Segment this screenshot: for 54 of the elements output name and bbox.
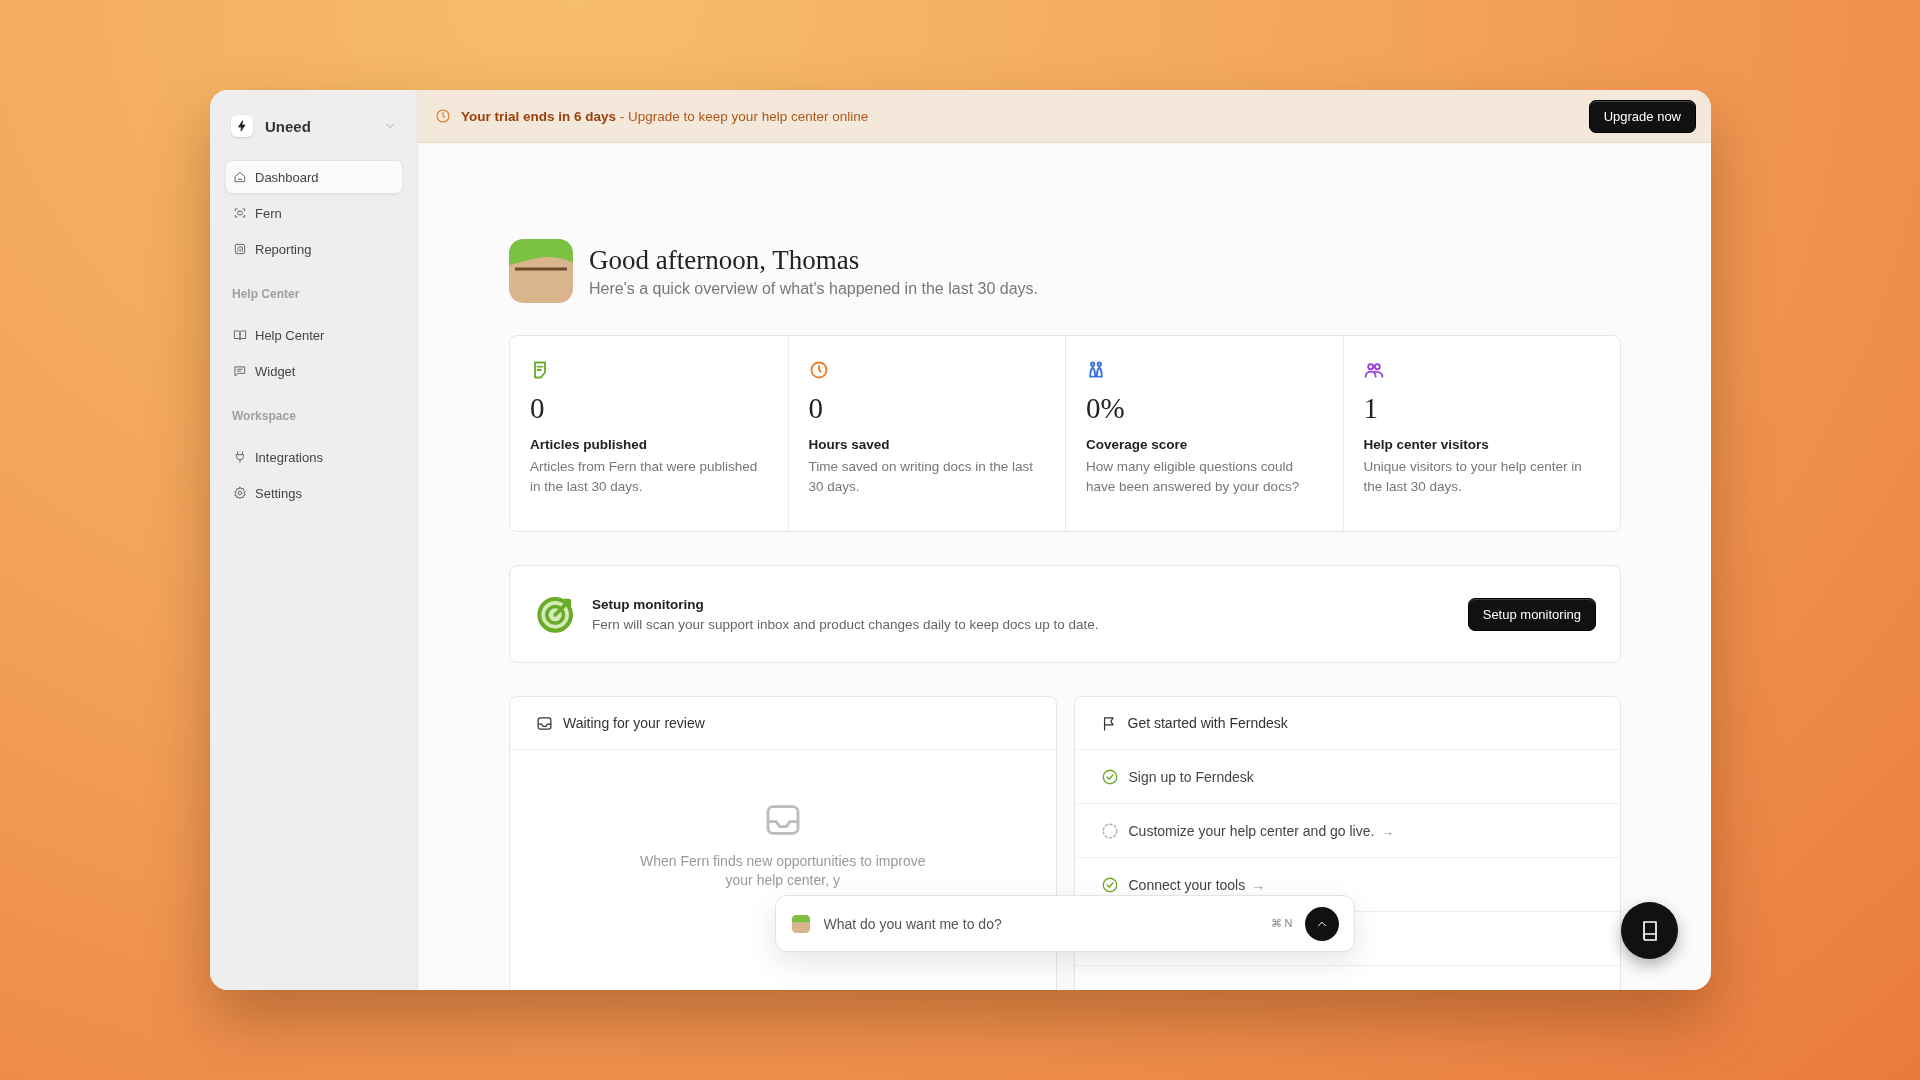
stat-description: Unique visitors to your help center in the last 30 days. — [1363, 458, 1583, 496]
stat-label: Coverage score — [1086, 437, 1189, 452]
empty-state-text: When Fern finds new opportunities to improve your help center, y — [638, 852, 927, 890]
checklist-label: Customize your help center and go live. — [1128, 822, 1375, 839]
checklist-item[interactable]: Customize your help center and go live. → — [1074, 804, 1620, 858]
stat-label: Help center visitors — [1363, 437, 1490, 452]
section-heading: Workspace — [231, 409, 297, 423]
monitoring-title: Setup monitoring — [592, 596, 705, 612]
help-widget-button[interactable] — [1621, 902, 1678, 959]
target-icon — [536, 594, 576, 634]
avatar-icon — [509, 239, 573, 303]
avatar-icon — [791, 914, 810, 933]
home-icon — [233, 170, 247, 184]
monitoring-description: Fern will scan your support inbox and product changes daily to keep docs up to date. — [592, 616, 1100, 632]
keyboard-shortcut: ⌘ N — [1270, 917, 1293, 930]
trial-message: Your trial ends in 6 days - Upgrade to keep your help center online — [461, 108, 870, 124]
send-button[interactable] — [1304, 906, 1339, 941]
checklist-label: Connect your tools — [1128, 876, 1246, 893]
clock-icon — [435, 108, 451, 124]
sidebar-item[interactable]: Reporting — [225, 232, 403, 266]
setup-monitoring-button[interactable]: Setup monitoring — [1467, 597, 1596, 631]
greeting-subtitle: Here's a quick overview of what's happened in the last 30 days. — [589, 279, 1039, 298]
sidebar-item[interactable]: Widget — [225, 354, 403, 388]
arrow-glyph: → — [1251, 876, 1266, 893]
sidebar-item[interactable]: Dashboard — [225, 160, 403, 194]
inbox-icon — [536, 714, 553, 732]
stat-value: 0% — [1086, 393, 1126, 423]
plug-icon — [233, 450, 247, 464]
upgrade-button[interactable]: Upgrade now — [1588, 99, 1696, 133]
bolt-icon — [236, 120, 248, 132]
stat-description: How many eligible questions could have been answered by your docs? — [1086, 458, 1301, 496]
section-heading: Help Center — [231, 287, 301, 301]
sidebar-item[interactable]: Integrations — [225, 440, 403, 474]
panel-title: Waiting for your review — [563, 715, 705, 731]
sidebar-item[interactable]: Settings — [225, 476, 403, 510]
stat-label: Articles published — [530, 437, 649, 452]
checklist-item[interactable]: Sign up to Ferndesk — [1074, 750, 1620, 804]
sidebar-item[interactable]: Help Center — [225, 318, 403, 352]
stat-value: 0 — [808, 393, 824, 423]
arrow-glyph: → — [1380, 822, 1395, 839]
checklist-label: Sign up to Ferndesk — [1128, 768, 1254, 785]
stat-description: Articles from Fern that were published in the last 30 days. — [530, 458, 759, 496]
prompt-field[interactable]: What do you want me to do? — [821, 914, 1259, 933]
stat-value: 0 — [530, 393, 546, 423]
panel-title: Get started with Ferndesk — [1127, 715, 1288, 731]
gear-icon — [233, 486, 247, 500]
stat-description: Time saved on writing docs in the last 30 days. — [808, 458, 1035, 496]
greeting-title: Good afternoon, Thomas — [589, 244, 861, 276]
workspace-name[interactable]: Uneed — [265, 117, 371, 135]
stat-label: Hours saved — [808, 437, 891, 452]
sidebar-item[interactable]: Fern — [225, 196, 403, 230]
stat-value: 1 — [1363, 393, 1379, 423]
message-icon — [233, 364, 247, 378]
chart-icon — [233, 242, 247, 256]
